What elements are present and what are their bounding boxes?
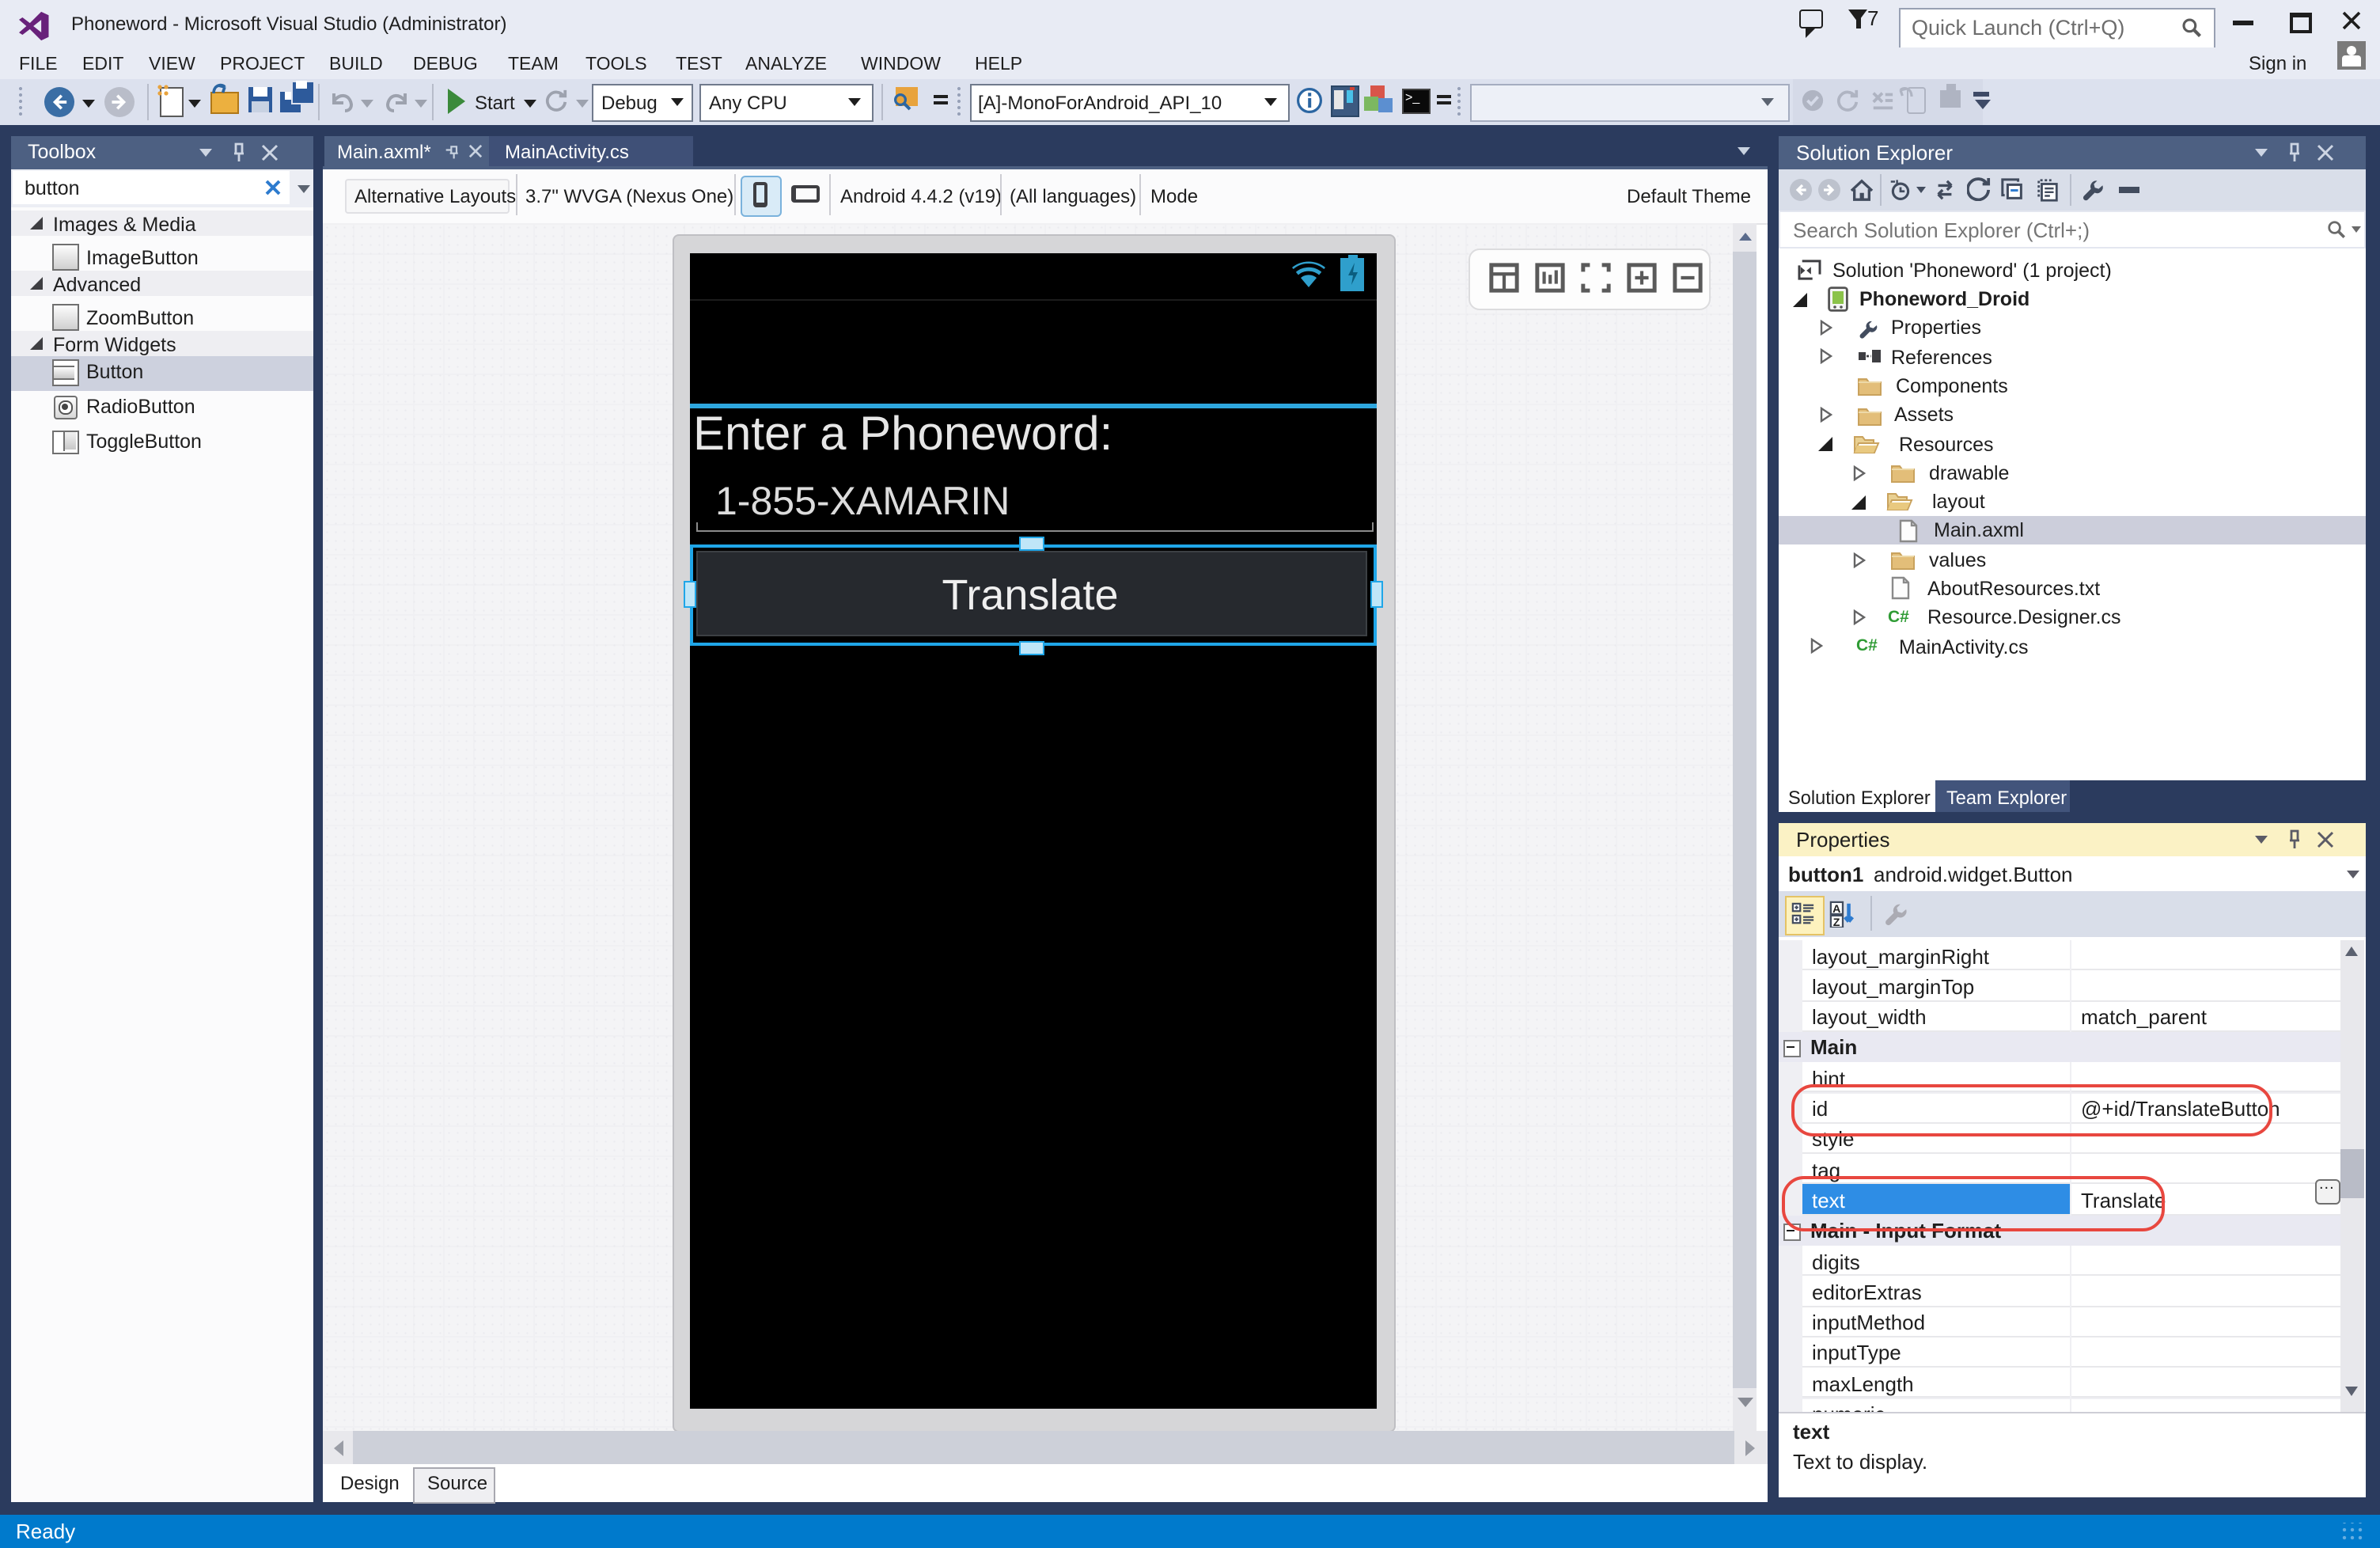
svg-text:Z: Z	[1833, 916, 1840, 928]
svg-text:A: A	[1832, 903, 1840, 916]
